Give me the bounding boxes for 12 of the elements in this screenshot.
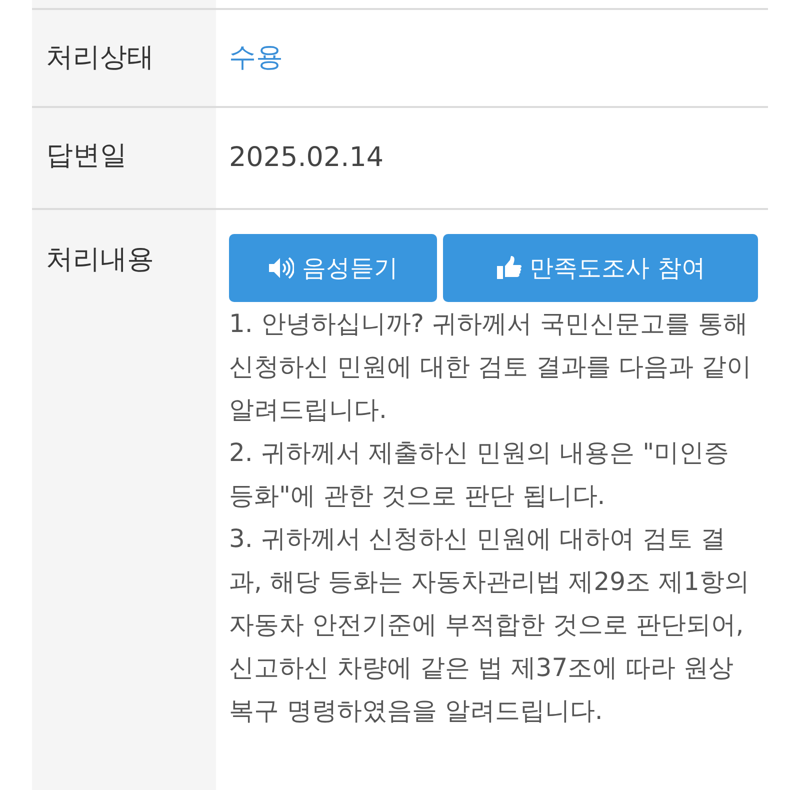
row-label: 답변일 xyxy=(46,139,127,173)
row-label: 처리내용 xyxy=(46,243,154,277)
survey-button[interactable]: 만족도조사 참여 xyxy=(443,234,758,302)
speaker-icon xyxy=(268,257,294,279)
listen-button[interactable]: 음성듣기 xyxy=(229,234,437,302)
thumbs-up-icon xyxy=(496,256,522,280)
date-value: 2025.02.14 xyxy=(229,141,384,175)
answer-paragraph: 2. 귀하께서 제출하신 민원의 내용은 "미인증 등화"에 관한 것으로 판단 됩니다. xyxy=(229,437,730,512)
answer-paragraph: 3. 귀하께서 신청하신 민원에 대하여 검토 결과, 해당 등화는 자동차관리법 제29조 제1항의 자동차 안전기준에 부적합한 것으로 판단되어, 신고하신 차량에 같은 법 제37조에 따라 원상복구 명령하였음을 알려드립니다. xyxy=(229,523,750,727)
row-label: 처리상태 xyxy=(46,41,154,75)
answer-paragraph: 1. 안녕하십니까? 귀하께서 국민신문고를 통해 신청하신 민원에 대한 검토 결과를 다음과 같이 알려드립니다. xyxy=(229,308,753,426)
status-value: 수용 xyxy=(229,41,283,75)
